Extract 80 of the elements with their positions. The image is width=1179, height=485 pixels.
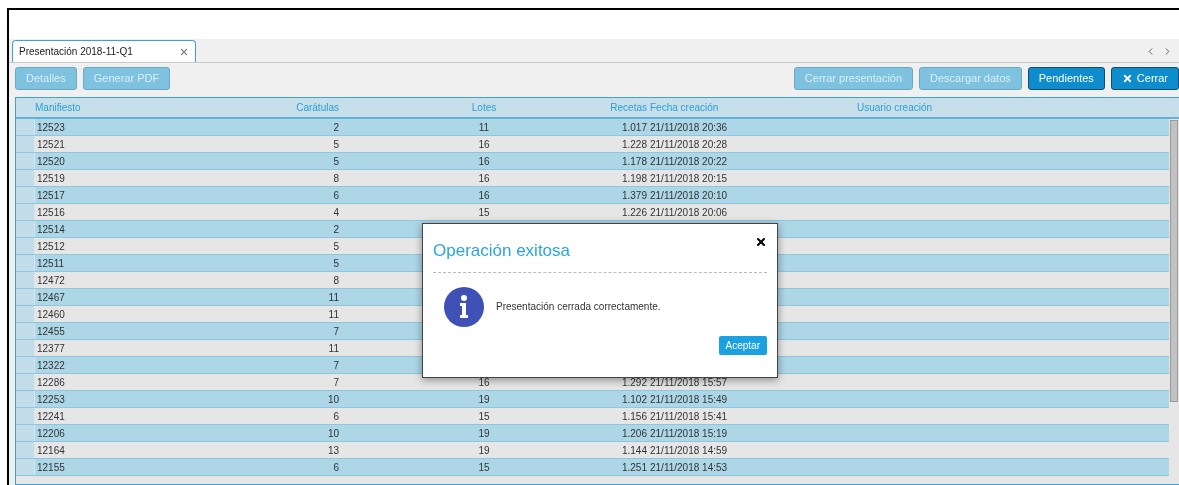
table-cell-text: 12523 (36, 120, 66, 135)
table-cell-text: 11 (327, 290, 339, 305)
table-cell-text: 12467 (36, 290, 66, 305)
table-cell-text: 12517 (36, 188, 66, 203)
table-cell-text: 4 (332, 205, 339, 220)
table-cell: 21/11/2018 15:19 (650, 427, 728, 439)
table-cell-text: 11 (478, 120, 490, 135)
table-cell-text: 12519 (36, 171, 66, 186)
table-cell-text: 16 (478, 137, 490, 152)
table-cell-text: 12253 (36, 392, 66, 407)
table-cell-text: 19 (478, 392, 490, 407)
table-cell-text: 12241 (36, 409, 66, 424)
table-cell-text: 12286 (36, 375, 66, 390)
table-cell: 21/11/2018 20:28 (650, 138, 728, 150)
table-cell-text: 5 (332, 256, 339, 271)
table-cell-text: 1.178 (621, 154, 647, 169)
table-cell-text: 10 (326, 392, 339, 407)
table-cell-text: 10 (326, 426, 339, 441)
table-cell-text: 19 (478, 426, 490, 441)
table-cell-text: 12521 (36, 137, 66, 152)
table-cell-text: 11 (327, 307, 339, 322)
table-cell-text: 1.206 (621, 426, 647, 441)
table-cell: 21/11/2018 20:22 (650, 155, 728, 167)
table-cell-text: 1.017 (621, 120, 647, 135)
dialog-message: Presentación cerrada correctamente. (496, 300, 661, 314)
table-cell-text: 7 (332, 375, 339, 390)
table-cell-text: 12514 (36, 222, 66, 237)
table-cell-text: 7 (332, 324, 339, 339)
table-cell-text: 6 (332, 188, 339, 203)
table-cell-text: 1.228 (621, 137, 647, 152)
table-cell: 21/11/2018 20:36 (650, 121, 728, 133)
table-cell-text: 1.379 (621, 188, 647, 203)
table-cell-text: 6 (332, 460, 339, 475)
table-cell-text: 1.292 (621, 375, 647, 390)
table-cell-text: 1.102 (621, 392, 647, 407)
table-cell: 21/11/2018 14:59 (650, 444, 728, 456)
table-cell-text: 15 (478, 460, 490, 475)
table-cell-text: 2 (332, 120, 339, 135)
table-cell-text: 8 (332, 273, 339, 288)
table-cell-text: 12322 (36, 358, 66, 373)
table-cell-text: 19 (478, 443, 490, 458)
table-cell-text: 11 (327, 341, 339, 356)
table-cell: 21/11/2018 20:15 (650, 172, 728, 184)
table-cell-text: 12455 (36, 324, 66, 339)
table-cell-text: 12520 (36, 154, 66, 169)
table-cell-text: 12206 (36, 426, 66, 441)
table-cell-text: 2 (332, 222, 339, 237)
table-cell-text: 15 (478, 409, 490, 424)
table-cell: 21/11/2018 15:57 (650, 376, 728, 388)
table-cell-text: 12511 (36, 256, 66, 271)
table-cell-text: 12377 (36, 341, 66, 356)
table-cell-text: 1.226 (621, 205, 647, 220)
table-cell-text: 1.156 (621, 409, 647, 424)
table-cell-text: 12155 (36, 460, 66, 475)
table-cell-text: 12472 (36, 273, 66, 288)
table-cell: 21/11/2018 15:49 (650, 393, 728, 405)
table-cell-text: 6 (332, 409, 339, 424)
table-cell-text: 5 (332, 137, 339, 152)
table-cell-text: 1.251 (621, 460, 647, 475)
table-cell: 21/11/2018 20:10 (650, 189, 728, 201)
table-cell-text: 1.144 (621, 443, 647, 458)
table-cell: 21/11/2018 14:53 (650, 461, 728, 473)
table-cell: 21/11/2018 20:06 (650, 206, 728, 218)
table-cell-text: 5 (332, 154, 339, 169)
table-cell-text: 5 (332, 239, 339, 254)
table-cell-text: 12164 (36, 443, 66, 458)
table-cell-text: 16 (478, 188, 490, 203)
table-cell-text: 13 (326, 443, 339, 458)
table-cell-text: 12460 (36, 307, 66, 322)
table-cell-text: 16 (478, 171, 490, 186)
table-cell-text: 8 (332, 171, 339, 186)
table-cell-text: 16 (478, 375, 490, 390)
table-cell-text: 12516 (36, 205, 66, 220)
table-cell-text: 12512 (36, 239, 66, 254)
table-cell-text: 1.198 (621, 171, 647, 186)
dialog-title: Operación exitosa (433, 240, 571, 262)
table-cell: 21/11/2018 15:41 (650, 410, 728, 422)
table-cell-text: 16 (478, 154, 490, 169)
table-cell-text: 7 (332, 358, 339, 373)
table-cell-text: 15 (478, 205, 490, 220)
